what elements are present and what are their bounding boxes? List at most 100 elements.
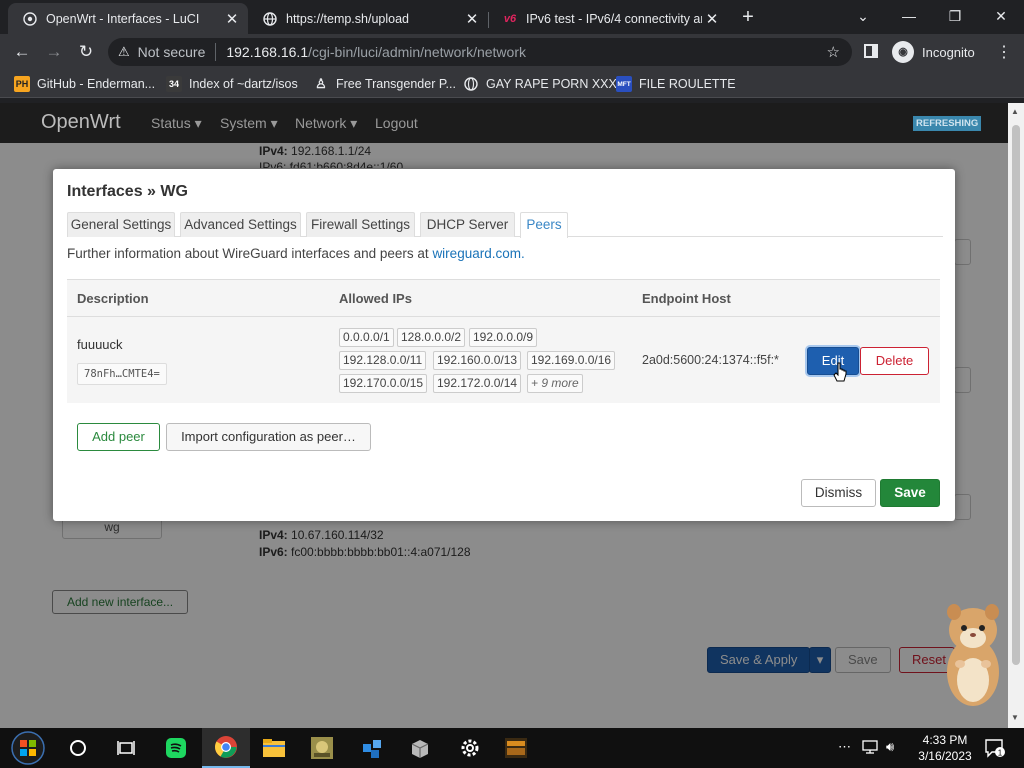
allowed-ip-tag: 192.169.0.0/16 (527, 351, 616, 370)
restore-icon[interactable]: ❐ (944, 5, 966, 27)
bookmark-dartz-isos[interactable]: 34 Index of ~dartz/isos (166, 75, 298, 93)
incognito-label: Incognito (922, 44, 975, 60)
show-hidden-icons[interactable]: ⋯ (838, 739, 851, 755)
forward-arrow-icon[interactable]: → (42, 40, 66, 64)
menu-network[interactable]: Network ▾ (295, 115, 357, 132)
close-tab-icon[interactable]: ✕ (222, 10, 242, 28)
menu-status[interactable]: Status ▾ (151, 115, 202, 132)
bookmark-file-roulette[interactable]: MFT FILE ROULETTE (616, 75, 736, 93)
tab-advanced-settings[interactable]: Advanced Settings (180, 212, 301, 237)
refreshing-badge[interactable]: REFRESHING (913, 116, 982, 131)
menu-label: Logout (375, 115, 418, 131)
side-panel-icon[interactable] (864, 44, 878, 58)
mft-icon: MFT (616, 76, 632, 92)
chrome-icon[interactable] (202, 728, 250, 768)
bookmark-label: GitHub - Enderman... (37, 77, 156, 91)
add-peer-button[interactable]: Add peer (77, 423, 160, 451)
reload-icon[interactable]: ↻ (74, 40, 98, 64)
table-header: Description Allowed IPs Endpoint Host (67, 279, 940, 317)
allowed-ip-tag: 192.172.0.0/14 (433, 374, 522, 393)
url-text[interactable]: 192.168.16.1/cgi-bin/luci/admin/network/… (226, 44, 526, 60)
menu-label: System (220, 115, 267, 131)
globe-icon (463, 76, 479, 92)
clock-time: 4:33 PM (922, 733, 968, 747)
tab-peers[interactable]: Peers (520, 212, 568, 238)
windows-start-icon[interactable] (4, 728, 52, 768)
luci-header: OpenWrt Status ▾ System ▾ Network ▾ Logo… (0, 103, 1008, 143)
bookmark-label: Free Transgender P... (336, 77, 456, 91)
globe-icon (22, 11, 38, 27)
network-icon[interactable] (862, 739, 880, 758)
bookmark-github[interactable]: PH GitHub - Enderman... (14, 75, 155, 93)
header-description: Description (77, 291, 149, 306)
modal-tabs: General Settings Advanced Settings Firew… (67, 212, 943, 238)
game-app-icon[interactable] (298, 728, 346, 768)
modal-title: Interfaces » WG (67, 183, 188, 200)
volume-icon[interactable]: 🔊︎ (886, 739, 894, 755)
tab-openwrt[interactable]: OpenWrt - Interfaces - LuCI ✕ (8, 3, 248, 34)
table-row: fuuuuck 78nFh…CMTE4= 0.0.0.0/1 128.0.0.0… (67, 317, 940, 403)
divider (215, 43, 217, 61)
tab-firewall-settings[interactable]: Firewall Settings (306, 212, 415, 237)
minimize-icon[interactable]: — (898, 5, 920, 27)
back-arrow-icon[interactable]: ← (10, 40, 34, 64)
new-tab-button[interactable]: + (737, 6, 759, 28)
allowed-ip-tag: 192.128.0.0/11 (339, 351, 427, 370)
bookmark-gay-rape-porn[interactable]: GAY RAPE PORN XXX (463, 75, 617, 93)
security-label[interactable]: Not secure (138, 44, 206, 60)
luci-brand[interactable]: OpenWrt (41, 111, 121, 134)
bookmarks-bar: PH GitHub - Enderman... 34 Index of ~dar… (0, 70, 1024, 98)
package-app-icon[interactable] (396, 728, 444, 768)
tab-general-settings[interactable]: General Settings (67, 212, 175, 237)
url-host: 192.168.16.1 (226, 44, 309, 60)
windows-taskbar: ⋯ 🔊︎ 4:33 PM 3/16/2023 1 (0, 728, 1024, 768)
delete-peer-button[interactable]: Delete (860, 347, 929, 375)
search-icon[interactable] (54, 728, 102, 768)
kebab-menu-icon[interactable]: ⋮ (996, 42, 1012, 62)
scrollbar-thumb[interactable] (1012, 125, 1020, 665)
address-bar[interactable]: ⚠ Not secure 192.168.16.1/cgi-bin/luci/a… (108, 38, 852, 66)
menu-label: Network (295, 115, 347, 131)
tab-ipv6test[interactable]: v6 IPv6 test - IPv6/4 connectivity an ✕ (488, 3, 728, 34)
bookmark-label: FILE ROULETTE (639, 77, 736, 91)
save-button[interactable]: Save (880, 479, 940, 507)
close-tab-icon[interactable]: ✕ (462, 10, 482, 28)
dartz-icon: 34 (166, 76, 182, 92)
wireguard-link[interactable]: wireguard.com (432, 246, 521, 261)
peer-endpoint: 2a0d:5600:24:1374::f5f:* (642, 353, 779, 367)
settings-gear-icon[interactable] (446, 728, 494, 768)
incognito-indicator[interactable]: ◉ Incognito (892, 40, 975, 64)
warning-icon[interactable]: ⚠ (118, 44, 130, 60)
hamster-sticker (947, 604, 999, 706)
file-explorer-icon[interactable] (250, 728, 298, 768)
tab-search-icon[interactable]: ⌄ (852, 5, 874, 27)
scroll-up-icon[interactable]: ▲ (1011, 107, 1019, 116)
retro-app-icon[interactable] (492, 728, 540, 768)
more-ips-tag[interactable]: + 9 more (527, 374, 583, 393)
system-clock[interactable]: 4:33 PM 3/16/2023 (914, 732, 976, 764)
menu-logout[interactable]: Logout (375, 115, 418, 131)
tab-tempsh[interactable]: https://temp.sh/upload ✕ (248, 3, 488, 34)
mouse-pointer-icon (833, 362, 847, 382)
dismiss-button[interactable]: Dismiss (801, 479, 876, 507)
allowed-ip-tag: 192.160.0.0/13 (433, 351, 522, 370)
notification-center-icon[interactable]: 1 (984, 737, 1006, 762)
allowed-ip-tag: 192.0.0.0/9 (469, 328, 538, 347)
spotify-icon[interactable] (152, 728, 200, 768)
bookmark-free-transgender[interactable]: ♙ Free Transgender P... (313, 75, 456, 93)
cubes-app-icon[interactable] (348, 728, 396, 768)
info-text: Further information about WireGuard inte… (67, 246, 525, 261)
close-window-icon[interactable]: ✕ (990, 5, 1012, 27)
tab-title: IPv6 test - IPv6/4 connectivity an (526, 11, 702, 26)
peer-description: fuuuuck (77, 337, 123, 352)
incognito-icon: ◉ (892, 41, 914, 63)
page-scrollbar[interactable]: ▲ ▼ (1008, 103, 1024, 728)
import-peer-button[interactable]: Import configuration as peer… (166, 423, 371, 451)
close-tab-icon[interactable]: ✕ (702, 10, 722, 28)
scroll-down-icon[interactable]: ▼ (1011, 713, 1019, 722)
menu-system[interactable]: System ▾ (220, 115, 278, 132)
peer-public-key: 78nFh…CMTE4= (77, 363, 167, 385)
tab-dhcp-server[interactable]: DHCP Server (420, 212, 515, 237)
bookmark-star-icon[interactable]: ☆ (827, 43, 840, 61)
task-view-icon[interactable] (102, 728, 150, 768)
